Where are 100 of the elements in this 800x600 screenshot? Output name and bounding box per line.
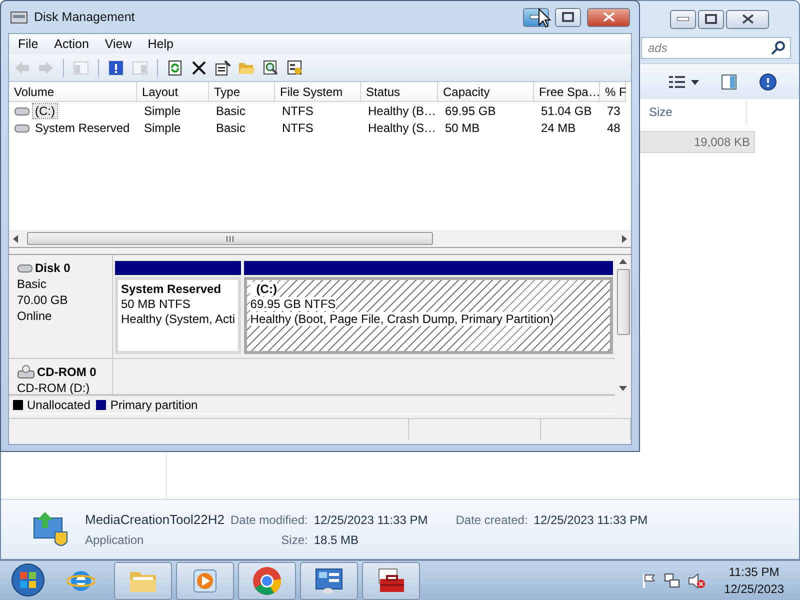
field-value: 18.5 MB bbox=[314, 533, 360, 547]
network-icon[interactable] bbox=[664, 572, 680, 588]
field-value: 12/25/2023 11:33 PM bbox=[314, 512, 428, 526]
close-icon bbox=[602, 12, 614, 22]
settings-icon bbox=[287, 60, 303, 76]
field-value: 12/25/2023 11:33 PM bbox=[534, 512, 648, 526]
disk-info: Basic bbox=[17, 277, 48, 291]
column-header[interactable]: Volume bbox=[9, 82, 137, 102]
table-cell-text: NTFS bbox=[281, 120, 314, 134]
table-cell-text: System Reserved bbox=[34, 120, 131, 134]
partition-name: (C:) bbox=[250, 282, 277, 296]
menu-item[interactable]: Action bbox=[47, 37, 96, 51]
partition-size: 69.95 GB NTFS bbox=[250, 297, 336, 311]
field-label: Size: bbox=[280, 533, 308, 547]
toolbox-icon bbox=[376, 566, 406, 594]
preview-pane-icon[interactable] bbox=[721, 74, 737, 90]
toolbar-button[interactable] bbox=[213, 58, 233, 78]
table-cell-text: 50 MB bbox=[444, 120, 481, 134]
column-header[interactable]: Capacity bbox=[438, 82, 534, 102]
drive-icon bbox=[17, 263, 33, 273]
file-size-cell[interactable]: 19,008 KB bbox=[637, 131, 755, 153]
taskbar-button[interactable] bbox=[300, 562, 358, 600]
table-cell-text: 51.04 GB bbox=[540, 104, 593, 118]
browser-icon bbox=[252, 566, 282, 596]
disk-name: CD-ROM 0 bbox=[17, 365, 104, 379]
taskbar-button[interactable] bbox=[362, 562, 420, 600]
minimize-icon bbox=[677, 17, 689, 21]
table-cell-text: 69.95 GB bbox=[444, 104, 497, 118]
close-button[interactable] bbox=[587, 8, 630, 26]
scroll-up-icon[interactable] bbox=[619, 259, 627, 265]
table-cell-text: Simple bbox=[143, 120, 182, 134]
partition-block[interactable]: System Reserved 50 MB NTFS Healthy (System, Acti bbox=[115, 277, 242, 354]
close-icon bbox=[192, 60, 206, 74]
menu-item[interactable]: Help bbox=[140, 37, 180, 51]
legend-label: Primary partition bbox=[110, 398, 198, 412]
view-list-icon[interactable] bbox=[669, 74, 699, 88]
cd-drive-icon bbox=[17, 365, 35, 379]
table-cell-text: Healthy (B… bbox=[367, 104, 438, 118]
table-cell: (C:) bbox=[33, 104, 57, 118]
maximize-icon bbox=[562, 12, 574, 22]
field-label: Date created: bbox=[456, 512, 528, 526]
table-cell-text: NTFS bbox=[281, 104, 314, 118]
file-name: MediaCreationTool22H2 bbox=[85, 512, 224, 527]
column-header[interactable]: Free Spa… bbox=[534, 82, 600, 102]
close-button[interactable] bbox=[726, 10, 769, 28]
scroll-down-icon[interactable] bbox=[619, 386, 627, 392]
search-icon bbox=[263, 60, 279, 76]
control-panel-icon bbox=[314, 566, 344, 594]
properties-icon bbox=[215, 60, 231, 76]
search-icon bbox=[771, 41, 785, 55]
drive-icon bbox=[14, 122, 30, 132]
column-header[interactable]: Layout bbox=[137, 82, 209, 102]
scroll-right-icon[interactable] bbox=[621, 234, 627, 242]
partition-size: 50 MB NTFS bbox=[121, 297, 190, 311]
table-cell-text: 48 bbox=[606, 120, 622, 134]
help-icon bbox=[108, 60, 124, 76]
scrollbar-thumb[interactable] bbox=[27, 232, 433, 245]
column-header[interactable]: % F bbox=[600, 82, 626, 102]
play-icon bbox=[192, 568, 218, 594]
menu-item[interactable]: View bbox=[98, 37, 139, 51]
scroll-left-icon[interactable] bbox=[13, 234, 19, 242]
window-title: Disk Management bbox=[34, 10, 136, 24]
folder-icon bbox=[238, 60, 256, 75]
forward-arrow-icon bbox=[38, 60, 54, 74]
flag-icon[interactable] bbox=[642, 572, 656, 588]
minimize-button[interactable] bbox=[670, 10, 696, 28]
table-cell-text: Basic bbox=[215, 120, 246, 134]
drive-icon bbox=[14, 106, 30, 116]
column-header[interactable]: File System bbox=[275, 82, 361, 102]
help-icon[interactable] bbox=[759, 72, 777, 90]
maximize-icon bbox=[705, 14, 717, 24]
partition-status: Healthy (Boot, Page File, Crash Dump, Primary Partition) bbox=[250, 312, 554, 326]
search-field[interactable]: ads bbox=[641, 37, 791, 59]
maximize-button[interactable] bbox=[555, 8, 581, 26]
partition-name: System Reserved bbox=[121, 282, 222, 296]
close-icon bbox=[742, 14, 754, 24]
mouse-pointer-icon bbox=[538, 8, 552, 28]
disk-name: Disk 0 bbox=[17, 261, 104, 275]
disk-info: Online bbox=[17, 309, 53, 323]
table-cell-text: Basic bbox=[215, 104, 246, 118]
scrollbar-thumb[interactable] bbox=[616, 269, 630, 335]
column-header[interactable]: Type bbox=[209, 82, 275, 102]
table-cell-text: 73 bbox=[606, 104, 622, 118]
panel-icon bbox=[132, 60, 148, 74]
refresh-icon bbox=[167, 60, 183, 76]
muted-speaker-icon[interactable] bbox=[688, 572, 706, 588]
table-cell-text: 24 MB bbox=[540, 120, 577, 134]
column-header[interactable]: Status bbox=[361, 82, 438, 102]
menu-item[interactable]: File bbox=[11, 37, 46, 51]
partition-block[interactable]: (C:) 69.95 GB NTFS Healthy (Boot, Page File, Crash Dump, Primary Partition) bbox=[244, 277, 613, 354]
clock-time: 11:35 PM bbox=[728, 565, 780, 579]
maximize-button[interactable] bbox=[698, 10, 724, 28]
disk-info: 70.00 GB bbox=[17, 293, 69, 307]
field-label: Date modified: bbox=[230, 512, 308, 526]
table-cell-text: Healthy (S… bbox=[367, 120, 438, 134]
clock-date: 12/25/2023 bbox=[724, 582, 784, 596]
partition-status: Healthy (System, Acti bbox=[121, 312, 236, 326]
back-arrow-icon bbox=[14, 60, 30, 74]
panel-icon bbox=[73, 60, 89, 74]
table-cell-text: Simple bbox=[143, 104, 182, 118]
